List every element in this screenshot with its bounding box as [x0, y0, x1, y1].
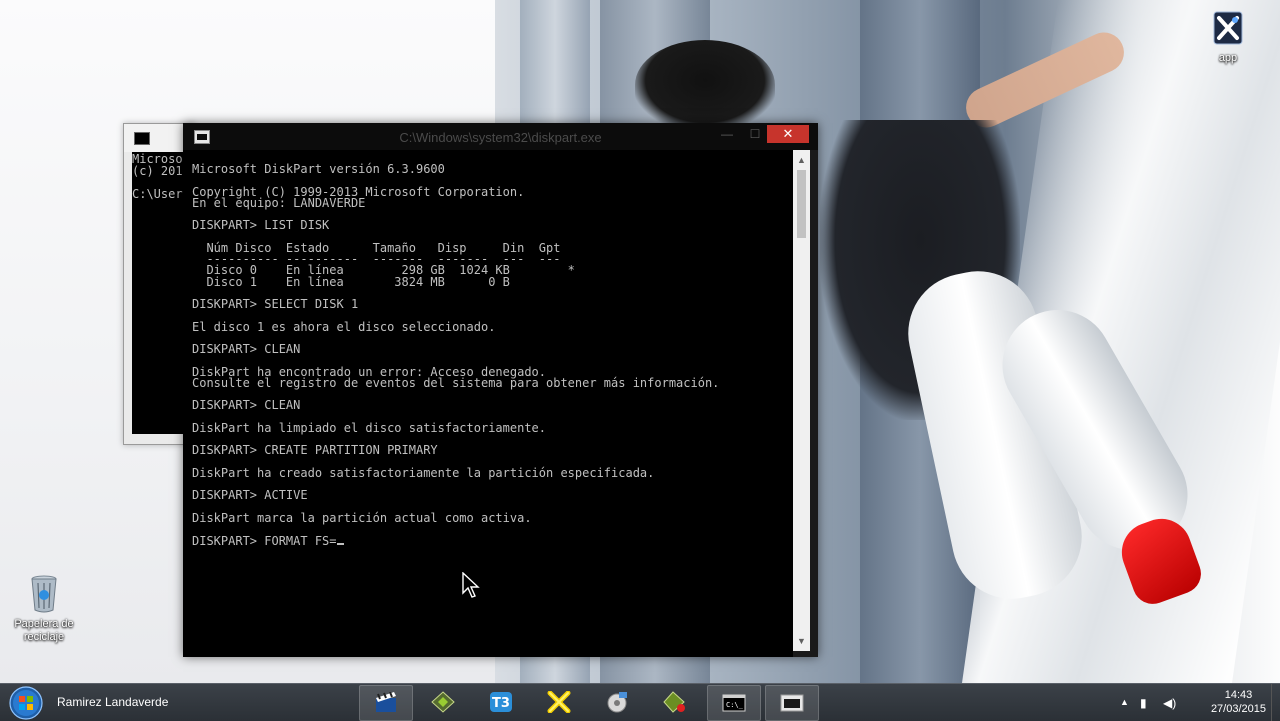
start-button[interactable]: [4, 685, 44, 721]
taskbar-clock[interactable]: 14:43 27/03/2015: [1211, 688, 1266, 716]
vertical-scrollbar[interactable]: ▲ ▼: [793, 150, 810, 651]
console-line: DiskPart ha creado satisfactoriamente la…: [192, 465, 655, 480]
taskbar: Ramirez Landaverde T3 C:\_ ▲ ▮ ◀) 14:43 …: [0, 683, 1280, 721]
show-hidden-icons-icon[interactable]: ▲: [1120, 697, 1129, 707]
scrollbar-thumb[interactable]: [797, 170, 806, 238]
console-line: DISKPART> CLEAN: [192, 398, 301, 413]
clock-date: 27/03/2015: [1210, 703, 1266, 715]
recorder-app-icon: [663, 691, 685, 713]
maximize-button[interactable]: ☐: [742, 125, 768, 143]
console-line: Disco 1 En línea 3824 MB 0 B: [192, 274, 510, 289]
disk-utility-icon: [607, 692, 627, 713]
desktop-icon-label: app: [1218, 52, 1238, 64]
taskbar-user-name[interactable]: Ramirez Landaverde: [57, 695, 168, 709]
console-text: Microsoft DiskPart versión 6.3.9600 Copy…: [183, 150, 793, 548]
cmd-app-icon: C:\_: [722, 694, 746, 712]
diskpart-window[interactable]: C:\Windows\system32\diskpart.exe — ☐ ✕ M…: [183, 123, 818, 657]
mouse-pointer-icon: [462, 572, 480, 598]
taskbar-app-disk[interactable]: [591, 685, 643, 719]
console-prompt-line[interactable]: DISKPART> FORMAT FS=: [192, 534, 337, 548]
console-line: Consulte el registro de eventos del sist…: [192, 375, 720, 390]
t3-app-icon: T3: [490, 692, 512, 712]
recycle-bin-icon: [29, 574, 59, 614]
scroll-up-arrow-icon[interactable]: ▲: [793, 152, 810, 168]
clock-time: 14:43: [1224, 689, 1253, 701]
diskpart-app-icon: [780, 694, 804, 712]
volume-icon[interactable]: ◀): [1163, 696, 1176, 710]
minimize-button[interactable]: —: [714, 125, 740, 143]
taskbar-app-x[interactable]: [533, 685, 585, 719]
yellow-x-app-icon: [547, 691, 571, 713]
console-line: DISKPART> LIST DISK: [192, 218, 330, 233]
desktop-icon-app[interactable]: app: [1190, 10, 1266, 65]
taskbar-app-green[interactable]: [417, 685, 469, 719]
console-line: DiskPart marca la partición actual como …: [192, 510, 532, 525]
cmd-icon: [134, 132, 150, 145]
console-line: DISKPART> CLEAN: [192, 342, 301, 356]
console-output[interactable]: Microsoft DiskPart versión 6.3.9600 Copy…: [183, 150, 793, 657]
console-line: Microsoft DiskPart versión 6.3.9600: [192, 162, 445, 176]
console-line: DiskPart ha limpiado el disco satisfacto…: [192, 420, 547, 435]
taskbar-app-cmd[interactable]: C:\_: [707, 685, 761, 721]
desktop-icon-label: Papelera de reciclaje: [14, 618, 74, 643]
console-line: DISKPART> CREATE PARTITION PRIMARY: [192, 443, 438, 458]
close-button[interactable]: ✕: [767, 125, 809, 143]
taskbar-app-recorder[interactable]: [649, 685, 701, 719]
console-line: En el equipo: LANDAVERDE: [192, 195, 366, 210]
svg-text:T3: T3: [492, 696, 510, 711]
network-icon[interactable]: ▮: [1140, 696, 1147, 710]
window-titlebar[interactable]: C:\Windows\system32\diskpart.exe — ☐ ✕: [183, 123, 818, 150]
media-app-icon: [376, 692, 396, 712]
console-line: DISKPART> SELECT DISK 1: [192, 297, 359, 311]
console-line: DISKPART> ACTIVE: [192, 488, 308, 503]
app-icon: [1211, 10, 1245, 48]
show-desktop-button[interactable]: [1271, 684, 1280, 721]
taskbar-app-diskpart[interactable]: [765, 685, 819, 721]
desktop-icon-recycle-bin[interactable]: Papelera de reciclaje: [6, 574, 82, 644]
wallpaper-figure-head: [635, 40, 775, 130]
green-app-icon: [431, 691, 455, 713]
system-tray: ▲ ▮ ◀) 14:43 27/03/2015: [1120, 684, 1280, 721]
taskbar-app-t3[interactable]: T3: [475, 685, 527, 719]
console-line: El disco 1 es ahora el disco seleccionad…: [192, 319, 496, 334]
svg-text:C:\_: C:\_: [726, 701, 744, 709]
scroll-down-arrow-icon[interactable]: ▼: [793, 633, 810, 649]
taskbar-app-media[interactable]: [359, 685, 413, 721]
text-cursor: [336, 535, 344, 546]
